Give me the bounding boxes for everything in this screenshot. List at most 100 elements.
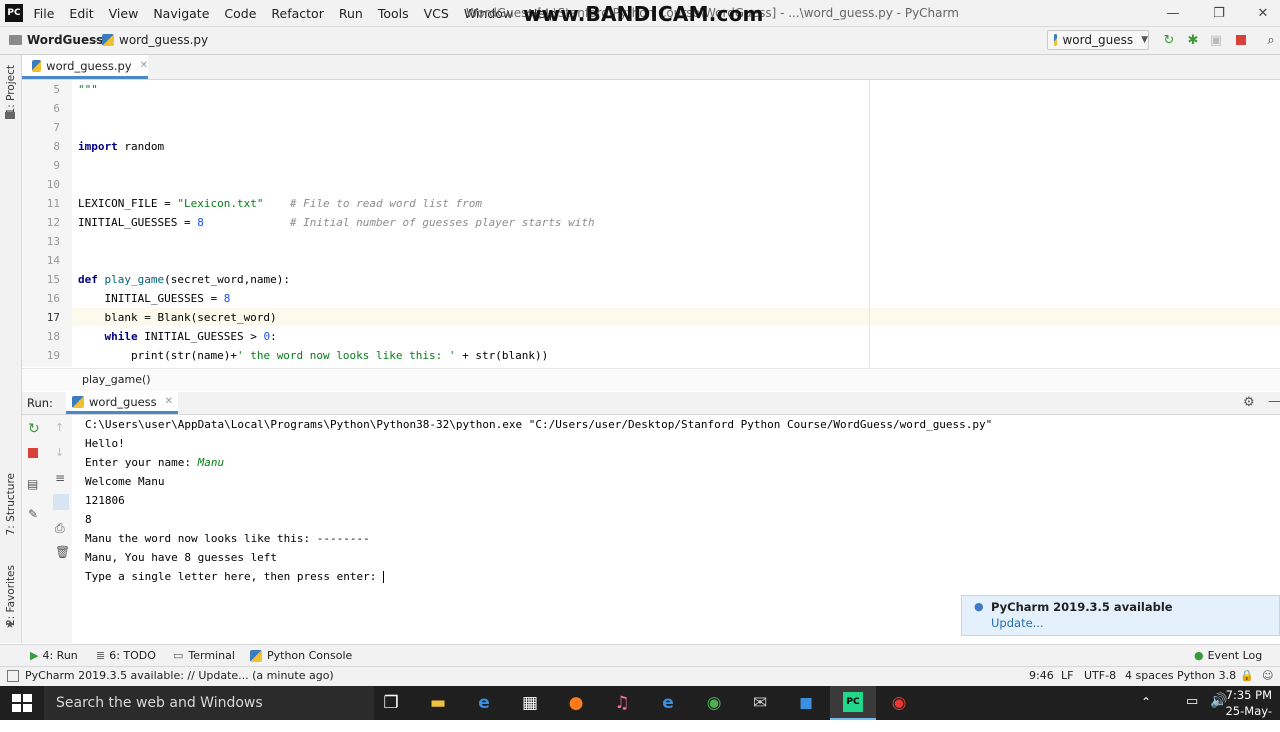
console-prompt[interactable]: Type a single letter here, then press en… (85, 570, 385, 583)
line-number: 7 (53, 121, 60, 134)
play-icon: ▶ (30, 649, 39, 662)
update-link[interactable]: Update... (991, 616, 1044, 630)
music-app-icon[interactable]: ♫ (599, 686, 645, 720)
run-tool-button[interactable]: ▶ 4: Run (30, 649, 78, 662)
search-icon[interactable]: ⌕ (1263, 32, 1279, 48)
task-view-icon[interactable]: ❐ (368, 686, 414, 720)
navigation-bar: WordGuess › word_guess.py word_guess ▼ ↻… (0, 27, 1280, 55)
debug-icon[interactable]: ✱ (1185, 32, 1201, 48)
breadcrumb-file[interactable]: word_guess.py (102, 33, 208, 47)
maximize-button[interactable]: ❐ (1196, 0, 1242, 26)
menu-tools[interactable]: Tools (370, 6, 416, 21)
app-icon[interactable]: ✉ (737, 686, 783, 720)
rerun-icon[interactable]: ↻ (1161, 32, 1177, 48)
menu-edit[interactable]: Edit (62, 6, 101, 21)
close-tab-icon[interactable]: ✕ (140, 60, 148, 71)
internet-explorer-icon[interactable]: e (645, 686, 691, 720)
coverage-icon[interactable]: ▣ (1208, 32, 1224, 48)
line-number-current: 17 (46, 311, 60, 324)
line-number: 12 (46, 216, 60, 229)
pin-icon[interactable]: ✎ (28, 507, 38, 521)
line-number: 10 (46, 178, 60, 191)
layout-icon[interactable]: ▤ (27, 477, 38, 491)
file-explorer-icon[interactable]: ▬ (415, 686, 461, 720)
rerun-icon[interactable]: ↻ (28, 421, 40, 437)
python-interpreter[interactable]: Python 3.8 (1177, 669, 1236, 682)
editor-tab-bar: word_guess.py ✕ (22, 55, 1280, 80)
line-number: 18 (46, 330, 60, 343)
status-message[interactable]: PyCharm 2019.3.5 available: // Update...… (25, 669, 334, 682)
line-number: 5 (53, 83, 60, 96)
scroll-to-end-icon[interactable] (53, 494, 69, 510)
chrome-icon[interactable]: ◉ (691, 686, 737, 720)
run-tab-label: word_guess (89, 394, 157, 409)
lock-icon[interactable]: 🔒 (1240, 669, 1254, 682)
trash-icon[interactable]: 🗑 (55, 545, 70, 559)
taskbar-search[interactable]: Search the web and Windows (44, 686, 374, 720)
line-separator[interactable]: LF (1061, 669, 1073, 682)
tool-window-bar: ▶ 4: Run ≣ 6: TODO ▭ Terminal Python Consol… (0, 644, 1280, 667)
bandicam-icon[interactable]: ◉ (876, 686, 922, 720)
gear-icon[interactable]: ⚙ (1243, 395, 1255, 410)
terminal-tool-button[interactable]: ▭ Terminal (173, 649, 235, 662)
project-tool-button[interactable]: 1: Project (5, 65, 17, 114)
show-hidden-icons-icon[interactable]: ⌃ (1141, 695, 1151, 709)
console-line: Manu, You have 8 guesses left (85, 551, 278, 564)
console-line: Manu the word now looks like this: -----… (85, 532, 370, 545)
clock-time[interactable]: 7:35 PM (1218, 688, 1272, 702)
right-margin-guide (869, 80, 870, 367)
menu-view[interactable]: View (101, 6, 146, 21)
menu-vcs[interactable]: VCS (416, 6, 456, 21)
minimize-button[interactable]: — (1150, 0, 1196, 26)
store-icon[interactable]: ▦ (507, 686, 553, 720)
stop-icon[interactable] (1233, 32, 1249, 48)
console-line: Hello! (85, 437, 125, 450)
todo-tool-button[interactable]: ≣ 6: TODO (96, 649, 156, 662)
console-line: 8 (85, 513, 92, 526)
run-tab-word-guess[interactable]: word_guess ✕ (66, 392, 178, 414)
indent-setting[interactable]: 4 spaces (1125, 669, 1174, 682)
chevron-down-icon: ▼ (1141, 35, 1148, 45)
breadcrumb-project[interactable]: WordGuess (9, 33, 103, 47)
python-file-icon (32, 59, 42, 72)
editor-tab-word-guess[interactable]: word_guess.py ✕ (22, 55, 148, 79)
inspector-icon[interactable]: ☺ (1262, 669, 1273, 682)
soft-wrap-icon[interactable]: ≡ (55, 471, 65, 485)
firefox-icon[interactable]: ● (553, 686, 599, 720)
windows-start-icon[interactable] (12, 694, 32, 712)
favorites-tool-button[interactable]: 2: Favorites (5, 565, 17, 626)
bandicam-watermark: www.BANDICAM.com (523, 2, 764, 26)
update-notification: ● PyCharm 2019.3.5 available Update... (961, 595, 1280, 636)
edge-icon[interactable]: e (461, 686, 507, 720)
stop-icon[interactable] (28, 448, 38, 458)
pycharm-logo: PC (5, 4, 23, 22)
network-icon[interactable]: ▭ (1186, 694, 1198, 709)
pycharm-taskbar-icon[interactable]: PC (830, 686, 876, 720)
menu-navigate[interactable]: Navigate (146, 6, 217, 21)
run-config-select[interactable]: word_guess ▼ (1047, 30, 1149, 50)
list-icon: ≣ (96, 649, 106, 662)
hide-panel-icon[interactable]: — (1268, 394, 1280, 409)
line-number: 14 (46, 254, 60, 267)
print-icon[interactable]: ⎙ (55, 521, 65, 536)
title-bar: PC File Edit View Navigate Code Refactor… (0, 0, 1280, 27)
file-encoding[interactable]: UTF-8 (1084, 669, 1116, 682)
close-button[interactable]: ✕ (1240, 0, 1280, 26)
arrow-down-icon[interactable]: ↓ (55, 446, 64, 459)
code-line-16: INITIAL_GUESSES = 8 (78, 292, 231, 305)
notification-title: PyCharm 2019.3.5 available (991, 600, 1173, 614)
menu-run[interactable]: Run (331, 6, 370, 21)
python-console-tool-button[interactable]: Python Console (250, 649, 352, 662)
event-log-tool-button[interactable]: ● Event Log (1194, 649, 1262, 662)
clock-date[interactable]: 25-May-20 (1212, 704, 1272, 732)
menu-code[interactable]: Code (217, 6, 264, 21)
menu-file[interactable]: File (26, 6, 62, 21)
arrow-up-icon[interactable]: ↑ (55, 421, 64, 434)
function-breadcrumb[interactable]: play_game() (82, 373, 151, 386)
caret-position[interactable]: 9:46 (1029, 669, 1054, 682)
menu-refactor[interactable]: Refactor (264, 6, 331, 21)
structure-tool-button[interactable]: 7: Structure (5, 473, 17, 535)
close-tab-icon[interactable]: ✕ (165, 396, 173, 407)
zoom-icon[interactable]: ◼ (783, 686, 829, 720)
panel-toggle-icon[interactable] (7, 670, 19, 682)
